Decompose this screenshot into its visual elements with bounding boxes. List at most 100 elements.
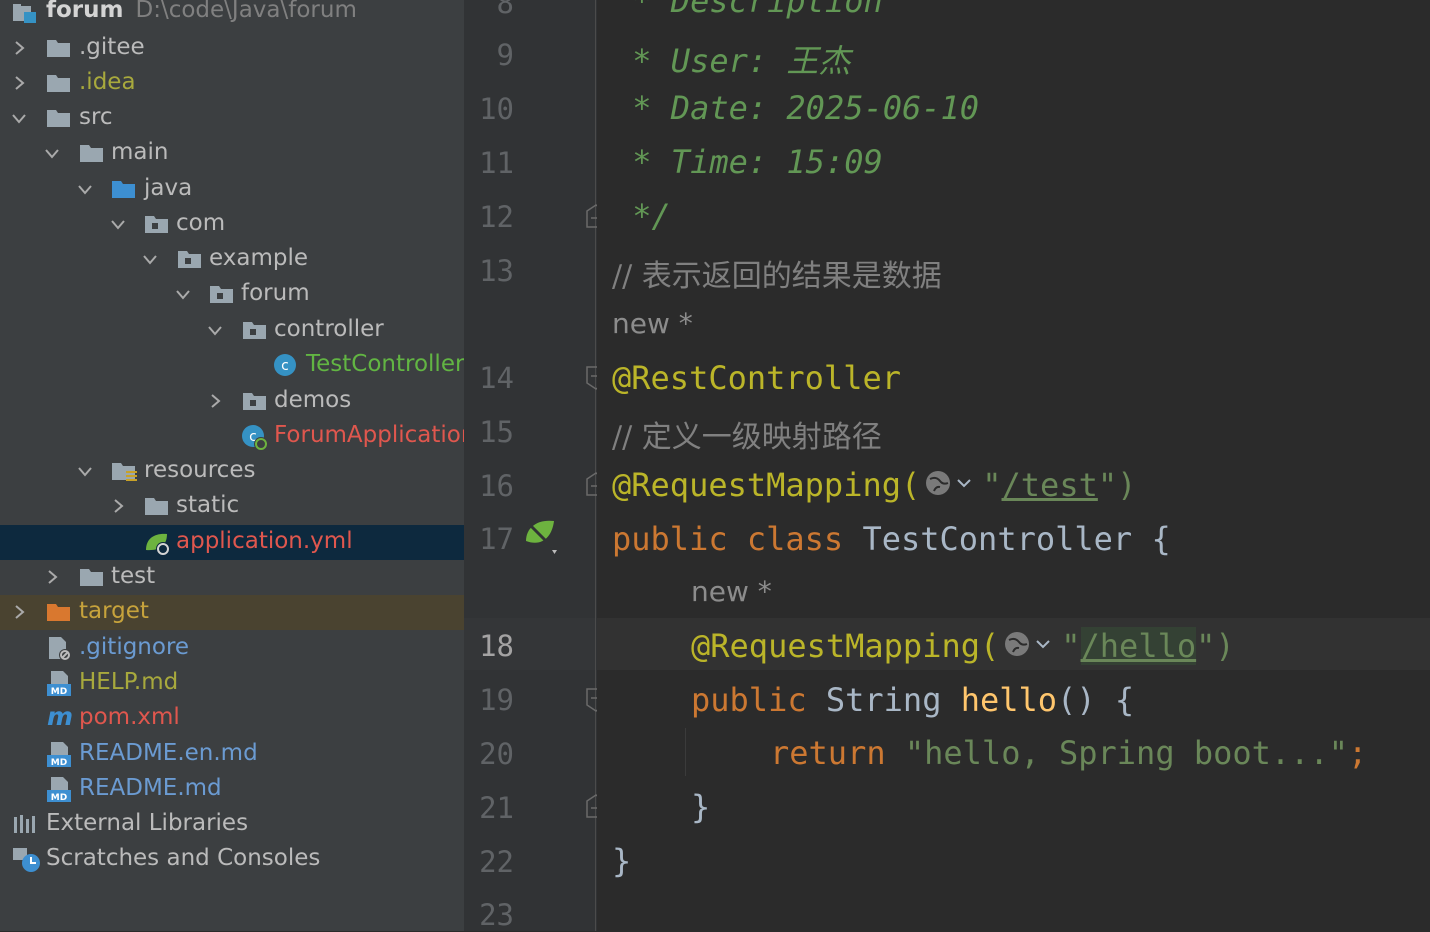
java-class-icon: c	[273, 353, 301, 377]
line-number: 20	[479, 737, 514, 771]
line-number: 12	[479, 200, 514, 234]
spring-bean-icon[interactable]	[522, 517, 562, 562]
line-number: 21	[479, 791, 514, 825]
chevron-right-icon[interactable]	[110, 498, 126, 514]
chevron-down-icon[interactable]	[11, 110, 27, 126]
tree-item-readme-en-md[interactable]: MD README.en.md	[0, 737, 464, 772]
chevron-right-icon[interactable]	[44, 569, 60, 585]
tree-item-demos[interactable]: demos	[0, 384, 464, 419]
folder-icon	[79, 566, 107, 590]
tree-item-scratches-and-consoles[interactable]: Scratches and Consoles	[0, 842, 464, 877]
code-line-20[interactable]: return "hello, Spring boot...";	[770, 734, 1367, 772]
tree-item-gitignore[interactable]: .gitignore	[0, 631, 464, 666]
line-number: 19	[479, 683, 514, 717]
author-hint[interactable]: new *	[612, 307, 693, 340]
chevron-down-icon[interactable]	[175, 286, 191, 302]
maven-icon: m	[46, 702, 74, 731]
chevron-right-icon[interactable]	[11, 604, 27, 620]
line-number: 13	[479, 254, 514, 288]
code-line-14[interactable]: @RestController	[612, 359, 901, 397]
gutter-divider	[595, 0, 596, 931]
line-number-current: 18	[479, 629, 514, 663]
code-line-21[interactable]: }	[691, 788, 710, 826]
svg-text:MD: MD	[51, 793, 67, 803]
gitignore-file-icon	[46, 635, 74, 661]
url-link[interactable]: /hello	[1080, 627, 1197, 665]
tree-item-controller[interactable]: controller	[0, 313, 464, 348]
package-icon	[209, 283, 237, 307]
svg-text:c: c	[281, 358, 289, 374]
url-link[interactable]: /test	[1002, 466, 1098, 504]
resources-folder-icon	[111, 460, 139, 484]
folder-icon	[46, 107, 74, 131]
tree-item-resources[interactable]: resources	[0, 454, 464, 489]
markdown-file-icon: MD	[46, 670, 74, 697]
line-number: 14	[479, 361, 514, 395]
tree-item-pom-xml[interactable]: m pom.xml	[0, 701, 464, 736]
svg-text:MD: MD	[51, 758, 67, 768]
chevron-down-icon[interactable]	[142, 251, 158, 267]
chevron-right-icon[interactable]	[11, 75, 27, 91]
chevron-down-icon[interactable]	[77, 463, 93, 479]
package-icon	[242, 319, 270, 343]
tree-item-main[interactable]: main	[0, 136, 464, 171]
scratches-icon	[12, 846, 40, 872]
tree-item-static[interactable]: static	[0, 489, 464, 524]
tree-item-src[interactable]: src	[0, 101, 464, 136]
code-line-10[interactable]: * Date: 2025-06-10	[613, 89, 979, 127]
folder-icon	[46, 72, 74, 96]
folder-icon	[79, 142, 107, 166]
project-tool-window: forum D:\code\Java\forum .gitee .idea src…	[0, 0, 464, 931]
svg-text:m: m	[47, 704, 73, 730]
code-line-19[interactable]: public String hello() {	[691, 681, 1134, 719]
code-line-8[interactable]: * Description	[613, 0, 882, 20]
indent-guide	[685, 728, 686, 776]
tree-item-gitee[interactable]: .gitee	[0, 31, 464, 66]
author-hint[interactable]: new *	[691, 575, 772, 608]
tree-item-forum[interactable]: forum	[0, 277, 464, 312]
tree-item-application-yml[interactable]: application.yml	[0, 525, 464, 560]
chevron-right-icon[interactable]	[207, 393, 223, 409]
code-line-22[interactable]: }	[612, 842, 631, 880]
tree-item-readme-md[interactable]: MD README.md	[0, 772, 464, 807]
spring-config-icon	[143, 530, 171, 556]
line-number: 17	[479, 522, 514, 556]
line-number: 11	[479, 146, 514, 180]
chevron-down-icon[interactable]	[77, 181, 93, 197]
code-line-12[interactable]: */	[613, 197, 671, 235]
project-module-icon	[12, 2, 40, 26]
tree-item-java[interactable]: java	[0, 172, 464, 207]
tree-item-idea[interactable]: .idea	[0, 66, 464, 101]
chevron-down-icon[interactable]	[207, 322, 223, 338]
tree-item-external-libraries[interactable]: External Libraries	[0, 807, 464, 842]
chevron-right-icon[interactable]	[11, 40, 27, 56]
code-line-13[interactable]: // 表示返回的结果是数据	[612, 251, 942, 295]
tree-item-test[interactable]: test	[0, 560, 464, 595]
project-root-row[interactable]: forum D:\code\Java\forum	[0, 0, 464, 31]
tree-item-help-md[interactable]: MD HELP.md	[0, 666, 464, 701]
code-line-17[interactable]: public class TestController {	[612, 520, 1171, 558]
tree-item-example[interactable]: example	[0, 242, 464, 277]
code-line-9[interactable]: * User: 王杰	[613, 36, 850, 82]
tree-item-target[interactable]: target	[0, 595, 464, 630]
folder-icon	[144, 495, 172, 519]
line-number: 16	[479, 469, 514, 503]
line-number: 15	[479, 415, 514, 449]
tree-item-forumapplication[interactable]: c ForumApplication	[0, 419, 464, 454]
line-number: 23	[479, 898, 514, 932]
globe-icon[interactable]	[1001, 628, 1059, 668]
project-name: forum	[46, 0, 124, 23]
globe-icon[interactable]	[922, 467, 980, 507]
code-line-18[interactable]: @RequestMapping("/hello")	[691, 627, 1235, 668]
svg-text:MD: MD	[51, 687, 67, 697]
chevron-down-icon[interactable]	[44, 145, 60, 161]
tree-item-testcontroller[interactable]: c TestController	[0, 348, 464, 383]
code-line-15[interactable]: // 定义一级映射路径	[612, 412, 882, 456]
tree-item-com[interactable]: com	[0, 207, 464, 242]
excluded-folder-icon	[46, 601, 74, 625]
code-line-16[interactable]: @RequestMapping("/test")	[612, 466, 1136, 507]
chevron-down-icon[interactable]	[110, 216, 126, 232]
line-number: 9	[496, 38, 514, 72]
code-line-11[interactable]: * Time: 15:09	[613, 143, 882, 181]
source-folder-icon	[111, 178, 139, 202]
